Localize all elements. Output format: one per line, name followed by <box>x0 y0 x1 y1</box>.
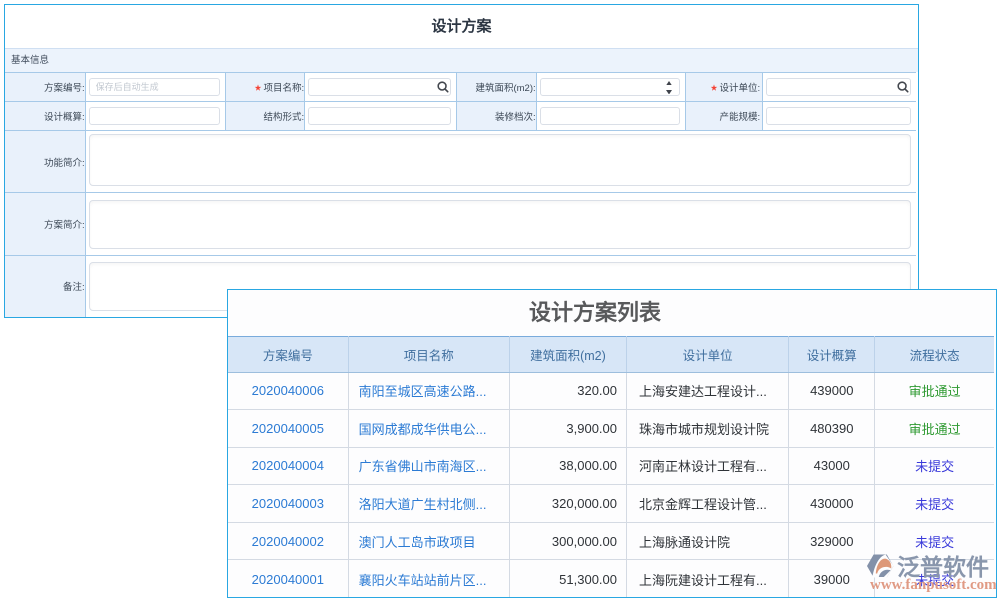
svg-text:www.fanpusoft.com: www.fanpusoft.com <box>870 577 997 593</box>
